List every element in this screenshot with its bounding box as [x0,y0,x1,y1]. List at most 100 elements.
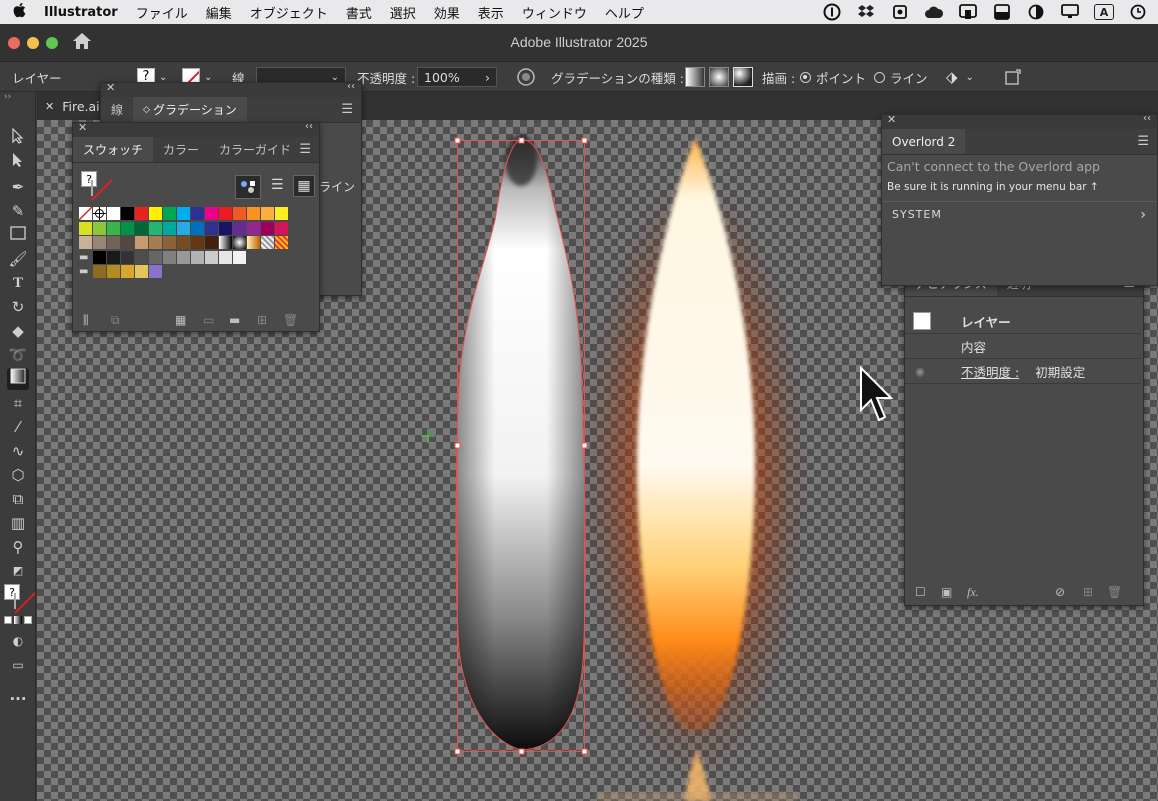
stroke-swatch-icon[interactable] [14,593,16,609]
swatch-color[interactable] [93,250,106,264]
color-group-icon[interactable]: ▭ [203,313,214,327]
swatch-color[interactable] [247,207,260,220]
swatch-color[interactable] [149,207,162,220]
apple-icon[interactable] [0,2,40,22]
swatch-color[interactable] [177,221,190,235]
swatch-color[interactable] [275,221,288,235]
swatch-color[interactable] [233,250,246,264]
appearance-row-contents[interactable]: 内容 [905,334,1141,359]
swatch-color[interactable] [191,207,204,220]
swatch-color[interactable] [107,265,120,278]
direct-selection-tool-icon[interactable] [7,152,29,174]
swatch-color[interactable] [205,236,218,249]
stroke-swatch-icon[interactable] [91,180,93,196]
menu-effect[interactable]: 効果 [425,3,469,22]
swatch-fill-stroke[interactable]: ? [81,171,111,199]
screen-mirror-icon[interactable] [958,4,978,20]
grid-view-icon[interactable]: ▦ [293,175,315,197]
visibility-eye-icon[interactable]: ◉ [905,365,935,378]
swatch-color[interactable] [135,221,148,235]
menu-edit[interactable]: 編集 [197,3,241,22]
panel-menu-icon[interactable]: ☰ [299,142,311,157]
default-fill-stroke-icon[interactable]: ◩ [7,560,29,582]
swatch-color[interactable] [121,207,134,220]
radio-unchecked-icon[interactable] [874,71,885,83]
swatch-color[interactable] [135,250,148,264]
menu-app-name[interactable]: Illustrator [40,5,127,20]
transform-icon[interactable]: ⬗ [946,68,958,86]
swatch-color[interactable] [149,236,162,249]
panel-menu-icon[interactable]: ☰ [1137,134,1149,149]
gradient-mode-icon[interactable] [14,616,22,624]
zoom-tool-icon[interactable]: ⚲ [7,536,29,558]
swatch-options-icon[interactable]: ▦ [175,313,186,327]
swatch-color[interactable] [121,265,134,278]
chevron-down-icon[interactable]: ⌄ [204,72,212,83]
swatch-color[interactable] [219,250,232,264]
tab-swatches[interactable]: スウォッチ [73,137,154,162]
lasso-tool-icon[interactable]: ➰ [7,344,29,366]
menu-file[interactable]: ファイル [127,3,197,22]
swatch-color[interactable] [121,221,134,235]
fill-swatch-icon[interactable]: ? [81,171,97,187]
swatch-group-folder-icon[interactable]: ▬ [79,251,92,264]
clipboard-icon[interactable] [890,4,910,20]
swatch-color[interactable] [149,250,162,264]
chevron-down-icon[interactable]: ⌄ [966,72,974,83]
delete-item-icon[interactable]: 🗑 [1107,585,1122,599]
menu-help[interactable]: ヘルプ [596,3,653,22]
swatch-color[interactable] [149,265,162,278]
show-kinds-icon[interactable] [235,175,261,199]
type-tool-icon[interactable]: T [7,272,29,294]
rotate-tool-icon[interactable]: ↻ [7,296,29,318]
password-manager-icon[interactable] [822,3,842,21]
cloud-icon[interactable] [924,4,944,20]
swatch-color[interactable] [149,221,162,235]
swatch-color[interactable] [191,236,204,249]
collapse-icon[interactable]: ‹‹ [347,81,355,92]
swatch-color[interactable] [261,207,274,220]
chevron-down-icon[interactable]: ⌄ [159,72,167,83]
add-stroke-icon[interactable]: ☐ [915,585,926,599]
rectangle-tool-icon[interactable] [7,224,29,246]
chevron-right-icon[interactable]: › [485,70,490,85]
chevron-down-icon[interactable]: ⌄ [331,72,339,83]
delete-swatch-icon[interactable]: 🗑 [283,313,298,327]
tab-stroke[interactable]: 線 [101,97,133,122]
draw-mode-icon[interactable]: ◐ [7,630,29,652]
close-tab-icon[interactable]: ✕ [45,100,54,113]
swatch-gradient[interactable] [219,236,232,249]
swatch-color[interactable] [107,250,120,264]
more-tools-icon[interactable]: ··· [7,688,29,710]
swatch-color[interactable] [135,207,148,220]
swatch-gradient[interactable] [233,236,246,249]
chevron-right-icon[interactable]: › [1140,207,1147,223]
swatch-color[interactable] [121,250,134,264]
align-control[interactable]: ⬗ ⌄ [946,62,974,92]
input-source-icon[interactable]: A [1094,4,1114,20]
add-effect-icon[interactable]: fx. [967,585,979,600]
panel-menu-icon[interactable]: ☰ [341,102,353,117]
list-view-icon[interactable]: ☰ [271,177,284,193]
tab-gradient[interactable]: ◇ グラデーション [133,97,247,122]
swatch-color[interactable] [121,236,134,249]
swatch-color[interactable] [219,221,232,235]
menu-object[interactable]: オブジェクト [241,3,337,22]
swatch-libraries-icon[interactable]: ⫼ [83,313,89,328]
tab-color[interactable]: カラー [153,137,209,162]
none-mode-icon[interactable] [24,616,32,624]
swatch-color[interactable] [107,236,120,249]
swatch-gradient[interactable] [247,236,260,249]
tab-color-guide[interactable]: カラーガイド [209,137,301,162]
swatch-color[interactable] [219,207,232,220]
window-tiling-icon[interactable] [992,4,1012,20]
column-graph-tool-icon[interactable]: ▥ [7,512,29,534]
recolor-icon[interactable] [516,62,536,92]
new-swatch-icon[interactable]: ⊞ [257,313,267,327]
blend-tool-icon[interactable]: ∿ [7,440,29,462]
swatch-color[interactable] [163,236,176,249]
monitor-icon[interactable] [1060,4,1080,20]
swatch-color[interactable] [261,221,274,235]
swatch-pattern[interactable] [275,236,288,249]
swatch-color[interactable] [93,236,106,249]
